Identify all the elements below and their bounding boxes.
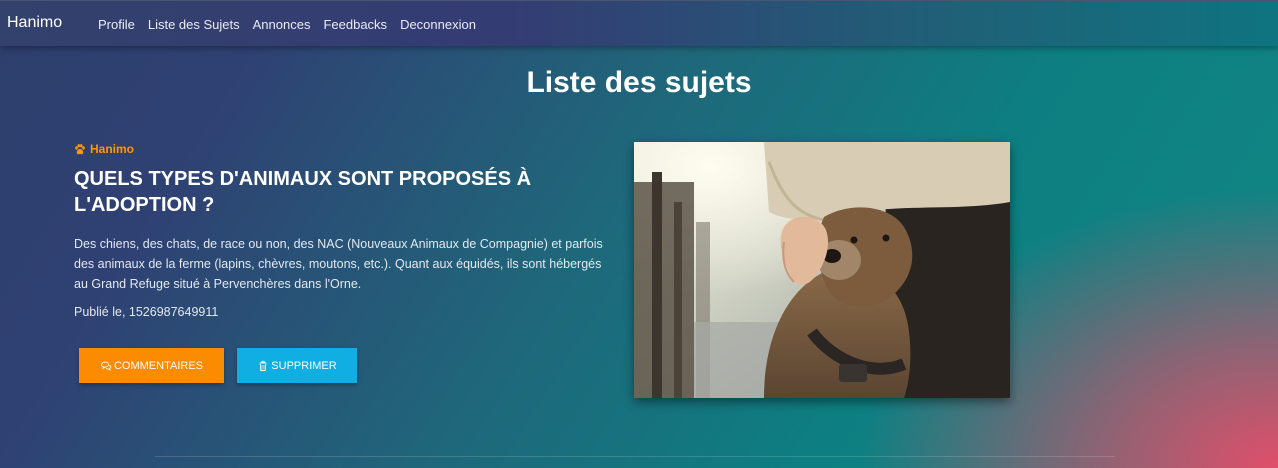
comments-button-label: COMMENTAIRES <box>113 359 204 372</box>
topic-card: Hanimo QUELS TYPES D'ANIMAUX SONT PROPOS… <box>74 142 614 319</box>
topic-description: Des chiens, des chats, de race ou non, d… <box>74 237 603 291</box>
delete-button[interactable]: SUPPRIMER <box>237 348 357 383</box>
trash-icon <box>259 360 267 371</box>
page-title: Liste des sujets <box>526 66 752 99</box>
navbar: Hanimo Profile Liste des Sujets Annonces… <box>0 0 1278 46</box>
comments-icon <box>101 361 112 371</box>
divider <box>155 456 1115 457</box>
nav-link-deconnexion[interactable]: Deconnexion <box>400 17 476 32</box>
topic-tag-label: Hanimo <box>90 142 135 156</box>
delete-button-label: SUPPRIMER <box>271 359 337 372</box>
topic-image <box>634 142 1010 398</box>
topic-tag: Hanimo <box>74 142 614 156</box>
brand-logo[interactable]: Hanimo <box>7 14 62 32</box>
comments-button[interactable]: COMMENTAIRES <box>79 348 224 383</box>
paw-icon <box>75 143 85 154</box>
topic-title: QUELS TYPES D'ANIMAUX SONT PROPOSÉS À L'… <box>74 168 532 216</box>
nav-links: Profile Liste des Sujets Annonces Feedba… <box>98 17 489 32</box>
dog-photo <box>634 142 1010 398</box>
published-date: Publié le, 1526987649911 <box>74 305 219 319</box>
nav-link-annonces[interactable]: Annonces <box>253 17 311 32</box>
nav-link-profile[interactable]: Profile <box>98 17 135 32</box>
nav-link-liste-des-sujets[interactable]: Liste des Sujets <box>148 17 240 32</box>
nav-link-feedbacks[interactable]: Feedbacks <box>323 17 387 32</box>
